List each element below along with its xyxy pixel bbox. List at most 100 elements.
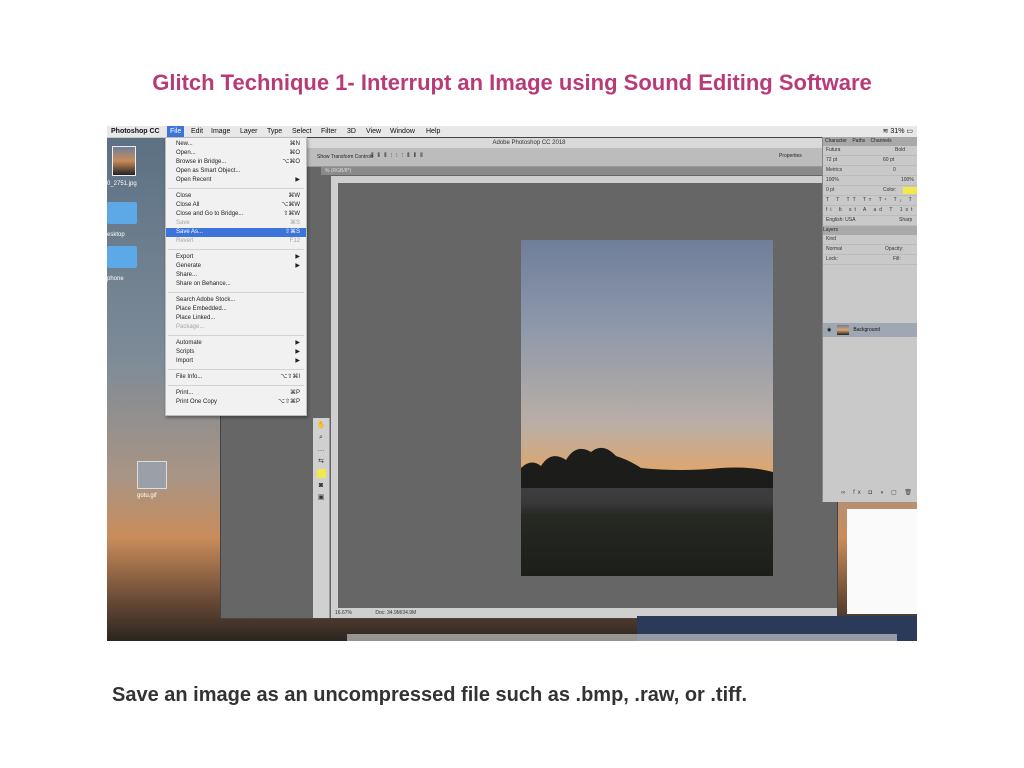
folder-icon[interactable] — [107, 202, 137, 224]
screenshot: Photoshop CC File Edit Image Layer Type … — [107, 126, 917, 641]
vertical-ruler — [331, 183, 338, 608]
font-size-field[interactable]: 72 pt — [826, 157, 837, 163]
vertical-scale-field[interactable]: 100% — [826, 177, 839, 183]
menu-item-open-recent[interactable]: Open Recent ▶ — [166, 176, 306, 185]
layer-kind-select[interactable]: Kind — [826, 236, 836, 242]
menu-item-save-as[interactable]: Save As... ⇧⌘S — [166, 228, 306, 237]
foreground-color-swatch[interactable] — [316, 469, 326, 478]
tracking-field[interactable]: 0 — [893, 166, 896, 175]
image-file-icon[interactable] — [112, 146, 136, 176]
menu-item-share[interactable]: Share... — [166, 271, 306, 280]
tab-character[interactable]: Character — [823, 138, 849, 144]
show-transform-controls-checkbox[interactable]: Show Transform Controls — [317, 154, 373, 160]
menu-item-print-one-copy[interactable]: Print One Copy ⌥⇧⌘P — [166, 398, 306, 407]
menu-item-package[interactable]: Package... — [166, 323, 306, 332]
menu-item-search-adobe-stock[interactable]: Search Adobe Stock... — [166, 296, 306, 305]
quick-mask-icon[interactable]: ◙ — [315, 481, 327, 490]
language-row: English: USA Sharp — [823, 216, 917, 226]
properties-panel-button[interactable]: Properties — [779, 153, 802, 159]
anti-alias-select[interactable]: Sharp — [899, 216, 912, 225]
horizontal-scale-field[interactable]: 100% — [901, 176, 914, 185]
screen-mode-icon[interactable]: ▣ — [315, 493, 327, 502]
font-family-select[interactable]: Futura — [826, 147, 840, 153]
blend-mode-select[interactable]: Normal — [826, 246, 842, 252]
menu-separator — [168, 385, 304, 386]
menu-view[interactable]: View — [366, 126, 381, 137]
menu-file[interactable]: File — [167, 126, 185, 137]
menu-item-file-info[interactable]: File Info... ⌥⇧⌘I — [166, 373, 306, 382]
mac-dock[interactable] — [347, 634, 897, 641]
hand-tool-icon[interactable]: ✋ — [315, 421, 327, 430]
style-buttons-row[interactable]: T T TT Tт T¹ T₁ T — [823, 196, 917, 206]
menu-item-open[interactable]: Open... ⌘O — [166, 149, 306, 158]
swap-colors-icon[interactable]: ⇆ — [315, 457, 327, 466]
status-icons: ≋ 31% ▭ — [883, 126, 913, 137]
menu-help[interactable]: Help — [426, 126, 440, 137]
menu-item-place-linked[interactable]: Place Linked... — [166, 314, 306, 323]
menu-item-import[interactable]: Import ▶ — [166, 357, 306, 366]
menu-filter[interactable]: Filter — [321, 126, 337, 137]
opentype-buttons-row[interactable]: fi ɓ st A ad T 1st — [823, 206, 917, 216]
visibility-eye-icon[interactable]: ◉ — [827, 323, 831, 337]
desktop-icon-label: esktop — [107, 232, 125, 238]
baseline-shift-field[interactable]: 0 pt — [826, 187, 834, 193]
layer-thumbnail — [837, 324, 849, 335]
menu-item-close[interactable]: Close ⌘W — [166, 192, 306, 201]
layer-filter-row: Kind — [823, 235, 917, 245]
menu-item-print[interactable]: Print... ⌘P — [166, 389, 306, 398]
menu-select[interactable]: Select — [292, 126, 311, 137]
opacity-label: Opacity: — [885, 246, 904, 252]
layers-tab[interactable]: Layers — [823, 226, 917, 235]
battery-icon[interactable]: ▭ — [906, 128, 913, 135]
layer-actions-bar[interactable]: ∞ fx ◘ ◑ ▢ 🗑 — [823, 489, 917, 501]
text-color-swatch[interactable] — [903, 187, 917, 194]
menu-item-close-all[interactable]: Close All ⌥⌘W — [166, 201, 306, 210]
align-icons[interactable]: ⫴⫴⫴⫶⫶⫶⫴⫴⫴ — [371, 153, 427, 160]
zoom-tool-icon[interactable]: ⌕ — [315, 433, 327, 442]
window-title: Adobe Photoshop CC 2018 — [221, 138, 837, 148]
language-select[interactable]: English: USA — [826, 217, 855, 223]
menu-type[interactable]: Type — [267, 126, 282, 137]
panels-dock: Character Paths Channels Futura Bold 72 … — [822, 137, 917, 502]
menu-item-browse-in-bridge[interactable]: Browse in Bridge... ⌥⌘O — [166, 158, 306, 167]
horizontal-ruler — [331, 176, 837, 183]
menu-item-generate[interactable]: Generate ▶ — [166, 262, 306, 271]
size-row: 72 pt 60 pt — [823, 156, 917, 166]
menu-item-save[interactable]: Save ⌘S — [166, 219, 306, 228]
slide-caption: Save an image as an uncompressed file su… — [112, 684, 748, 706]
toolbox: ✋ ⌕ … ⇆ ◙ ▣ — [313, 418, 330, 618]
menu-item-revert[interactable]: Revert F12 — [166, 237, 306, 246]
menu-separator — [168, 369, 304, 370]
tab-channels[interactable]: Channels — [869, 138, 894, 144]
font-row: Futura Bold — [823, 146, 917, 156]
menu-window[interactable]: Window — [390, 126, 415, 137]
menu-item-automate[interactable]: Automate ▶ — [166, 339, 306, 348]
menu-item-scripts[interactable]: Scripts ▶ — [166, 348, 306, 357]
more-tools-icon[interactable]: … — [315, 445, 327, 454]
menu-item-open-smart-object[interactable]: Open as Smart Object... — [166, 167, 306, 176]
layer-row-background[interactable]: ◉ Background — [823, 323, 917, 337]
battery-label: 31% — [890, 128, 905, 135]
menu-item-export[interactable]: Export ▶ — [166, 253, 306, 262]
menu-item-share-behance[interactable]: Share on Behance... — [166, 280, 306, 289]
wifi-icon[interactable]: ≋ — [883, 128, 889, 135]
kerning-field[interactable]: Metrics — [826, 167, 842, 173]
font-weight-select[interactable]: Bold — [895, 146, 905, 155]
menu-app-name[interactable]: Photoshop CC — [111, 126, 160, 137]
zoom-level[interactable]: 16.67% — [331, 610, 352, 616]
menu-layer[interactable]: Layer — [240, 126, 258, 137]
menu-3d[interactable]: 3D — [347, 126, 356, 137]
desktop-icon-label: gotu.gif — [137, 493, 157, 499]
menu-item-place-embedded[interactable]: Place Embedded... — [166, 305, 306, 314]
document-tab[interactable]: % (RGB/8*) — [321, 167, 841, 175]
tab-paths[interactable]: Paths — [850, 138, 867, 144]
menu-edit[interactable]: Edit — [191, 126, 203, 137]
gif-file-icon[interactable] — [137, 461, 167, 489]
menu-item-close-go-bridge[interactable]: Close and Go to Bridge... ⇧⌘W — [166, 210, 306, 219]
options-bar: Show Transform Controls ⫴⫴⫴⫶⫶⫶⫴⫴⫴ Proper… — [221, 148, 837, 167]
menu-image[interactable]: Image — [211, 126, 230, 137]
leading-field[interactable]: 60 pt — [883, 156, 894, 165]
menu-item-new[interactable]: New... ⌘N — [166, 140, 306, 149]
menu-separator — [168, 249, 304, 250]
folder-icon[interactable] — [107, 246, 137, 268]
